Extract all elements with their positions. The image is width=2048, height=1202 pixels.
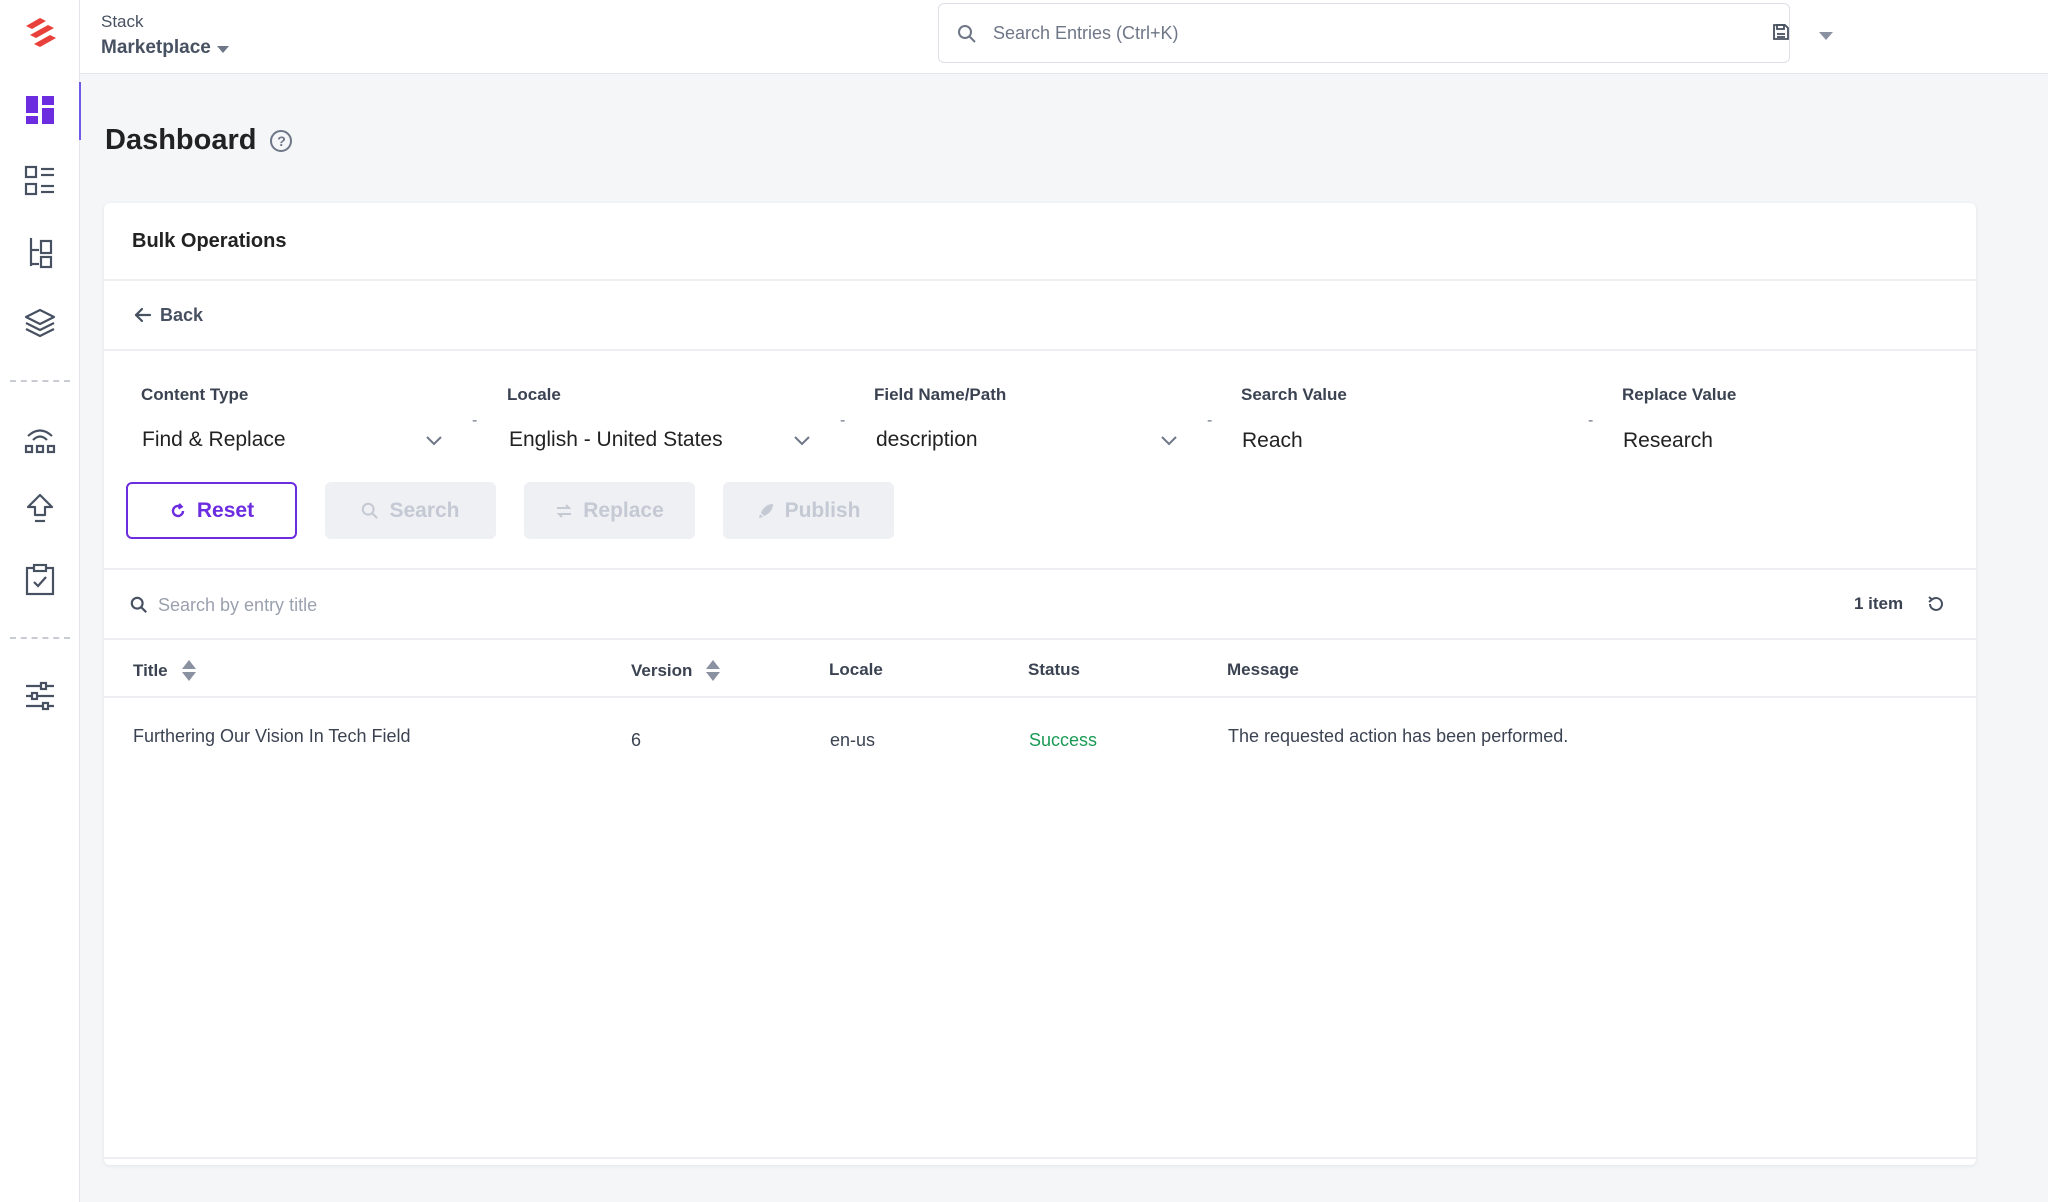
rail-divider [10, 380, 70, 382]
replace-button[interactable]: Replace [524, 482, 695, 539]
column-label: Title [133, 660, 168, 680]
global-search-bar [938, 3, 1833, 63]
separator: - [1588, 412, 1594, 429]
chevron-down-icon [794, 436, 810, 446]
chevron-down-icon [1161, 436, 1177, 446]
back-label: Back [160, 304, 204, 325]
column-header-title[interactable]: Title [133, 660, 196, 681]
replace-label: Replace [583, 498, 664, 522]
card-bottom-divider [104, 1157, 1976, 1159]
saved-searches-icon[interactable] [1771, 22, 1791, 47]
column-label: Status [1028, 660, 1080, 679]
chevron-down-icon [426, 436, 442, 446]
separator: - [1207, 412, 1213, 429]
tasks-icon[interactable] [14, 554, 66, 606]
content-type-select[interactable]: Find & Replace [142, 428, 452, 460]
publish-label: Publish [784, 498, 861, 522]
sort-icon[interactable] [706, 660, 721, 681]
search-icon [130, 596, 147, 613]
help-icon[interactable]: ? [270, 129, 293, 152]
separator: - [840, 412, 846, 429]
content-type-label: Content Type [141, 385, 249, 404]
left-rail [0, 0, 81, 1202]
cell-message: The requested action has been performed. [1228, 726, 1569, 746]
rail-divider [10, 637, 70, 639]
cell-version: 6 [631, 730, 642, 750]
column-header-status: Status [1028, 660, 1080, 680]
stack-switcher[interactable]: Marketplace [101, 37, 229, 59]
publish-button[interactable]: Publish [723, 482, 894, 539]
column-label: Version [631, 660, 693, 680]
search-button[interactable]: Search [325, 482, 496, 539]
stack-name: Marketplace [101, 37, 211, 58]
bulk-operations-card: Bulk Operations Back [104, 203, 1976, 1165]
search-options-caret-icon[interactable] [1819, 32, 1833, 40]
table-top-divider [104, 638, 1976, 640]
stack-label: Stack [101, 12, 144, 31]
item-count: 1 item [1854, 594, 1904, 613]
cell-title[interactable]: Furthering Our Vision In Tech Field [133, 726, 410, 747]
column-header-message: Message [1227, 660, 1299, 680]
search-value-label: Search Value [1241, 385, 1347, 404]
card-title: Bulk Operations [104, 203, 1976, 281]
search-icon [362, 502, 379, 519]
content-models-icon[interactable] [14, 155, 66, 207]
publish-queue-icon[interactable] [14, 483, 66, 535]
cell-locale: en-us [830, 730, 876, 750]
refresh-icon[interactable] [1926, 594, 1946, 619]
releases-icon[interactable] [14, 413, 66, 465]
top-header: Stack Marketplace [80, 0, 2048, 74]
sort-icon[interactable] [181, 660, 196, 681]
column-header-version[interactable]: Version [631, 660, 721, 681]
back-link[interactable]: Back [104, 281, 1976, 351]
contentstack-logo-icon[interactable] [22, 16, 58, 50]
field-path-label: Field Name/Path [874, 385, 1007, 404]
table-header-divider [104, 696, 1976, 698]
column-label: Locale [829, 660, 883, 679]
locale-label: Locale [507, 385, 561, 404]
page-title: Dashboard [105, 124, 257, 156]
arrow-left-icon [134, 307, 152, 323]
entries-icon[interactable] [14, 226, 66, 278]
separator: - [472, 412, 478, 429]
status-badge: Success [1029, 730, 1098, 750]
rocket-icon [758, 503, 773, 518]
reset-icon [171, 502, 185, 517]
search-icon [957, 24, 977, 49]
swap-icon [556, 503, 572, 518]
entry-search-input[interactable] [158, 591, 558, 619]
active-indicator [79, 82, 81, 140]
dashboard-icon[interactable] [14, 84, 66, 136]
page-title-row: Dashboard ? [105, 124, 293, 157]
search-value-input[interactable]: Reach [1242, 429, 1542, 461]
replace-value-input[interactable]: Research [1623, 429, 1923, 461]
field-path-select[interactable]: description [876, 428, 1186, 460]
replace-value-label: Replace Value [1622, 385, 1737, 404]
entry-search-bar [130, 591, 558, 619]
caret-down-icon [216, 46, 229, 53]
column-header-locale: Locale [829, 660, 883, 680]
section-divider [104, 568, 1976, 570]
global-search-input[interactable] [993, 18, 1593, 48]
search-label: Search [389, 498, 460, 522]
reset-button[interactable]: Reset [126, 482, 297, 539]
column-label: Message [1227, 660, 1299, 679]
reset-label: Reset [196, 498, 255, 522]
locale-select[interactable]: English - United States [509, 428, 819, 460]
assets-icon[interactable] [14, 297, 66, 349]
settings-icon[interactable] [14, 670, 66, 722]
